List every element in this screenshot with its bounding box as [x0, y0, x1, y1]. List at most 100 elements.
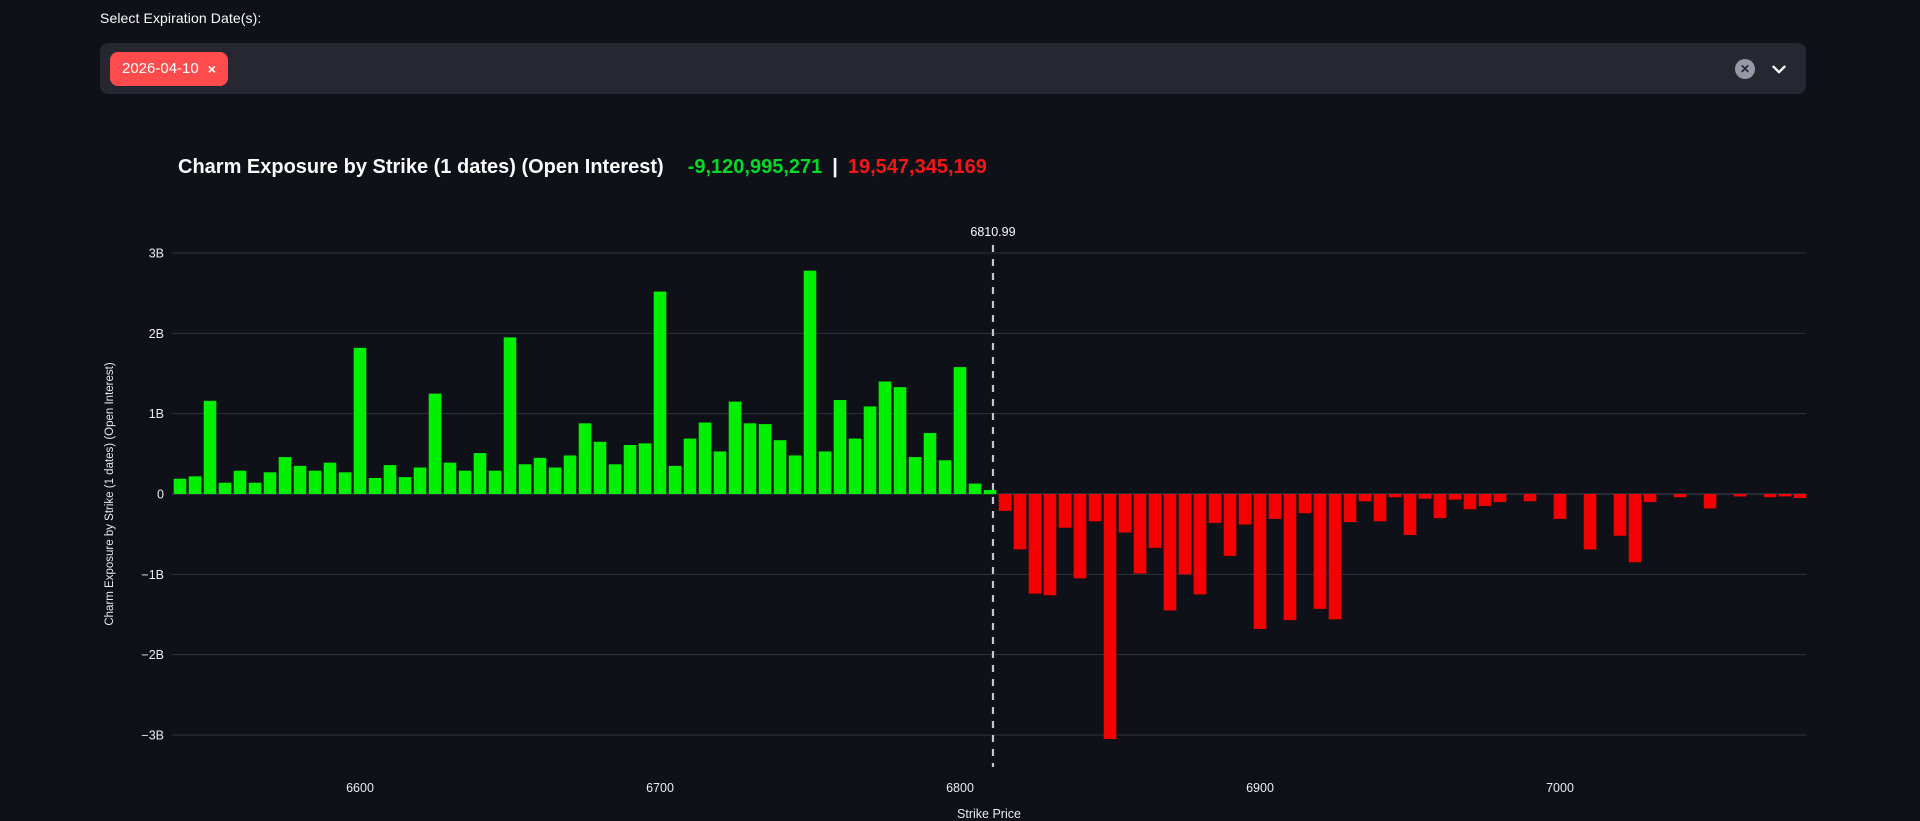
bar-6750[interactable]: [804, 271, 817, 494]
bar-6725[interactable]: [729, 402, 742, 494]
bar-6805[interactable]: [969, 484, 982, 494]
bar-6545[interactable]: [189, 476, 202, 494]
bar-6820[interactable]: [1014, 494, 1027, 549]
bar-6950[interactable]: [1404, 494, 1417, 535]
bar-6895[interactable]: [1239, 494, 1252, 525]
bar-7030[interactable]: [1644, 494, 1657, 502]
bar-6575[interactable]: [279, 457, 292, 494]
bar-6850[interactable]: [1104, 494, 1117, 739]
bar-6665[interactable]: [549, 467, 562, 494]
bar-7010[interactable]: [1584, 494, 1597, 549]
bar-6610[interactable]: [384, 465, 397, 494]
bar-6825[interactable]: [1029, 494, 1042, 594]
bar-6775[interactable]: [879, 382, 892, 494]
bar-6770[interactable]: [864, 406, 877, 494]
bar-6795[interactable]: [939, 460, 952, 494]
bar-6760[interactable]: [834, 400, 847, 494]
bar-6800[interactable]: [954, 367, 967, 494]
bar-6860[interactable]: [1134, 494, 1147, 574]
bar-6625[interactable]: [429, 394, 442, 494]
bar-6905[interactable]: [1269, 494, 1282, 519]
bar-6640[interactable]: [474, 453, 487, 494]
bar-6540[interactable]: [174, 479, 187, 494]
bar-6560[interactable]: [234, 471, 247, 494]
bar-6765[interactable]: [849, 439, 862, 494]
bar-6735[interactable]: [759, 424, 772, 494]
bar-6830[interactable]: [1044, 494, 1057, 595]
bar-6585[interactable]: [309, 471, 322, 494]
bar-6730[interactable]: [744, 423, 757, 494]
bar-6810[interactable]: [984, 490, 997, 494]
bar-6615[interactable]: [399, 477, 412, 494]
bar-6605[interactable]: [369, 478, 382, 494]
bar-6720[interactable]: [714, 451, 727, 494]
bar-6755[interactable]: [819, 451, 832, 494]
bar-7040[interactable]: [1674, 494, 1687, 497]
bar-6890[interactable]: [1224, 494, 1237, 556]
bar-6745[interactable]: [789, 455, 802, 494]
bar-6880[interactable]: [1194, 494, 1207, 594]
bar-6945[interactable]: [1389, 494, 1402, 497]
bar-6855[interactable]: [1119, 494, 1132, 533]
bar-6660[interactable]: [534, 458, 547, 494]
bar-6920[interactable]: [1314, 494, 1327, 609]
bar-6790[interactable]: [924, 433, 937, 494]
bar-7020[interactable]: [1614, 494, 1627, 536]
bar-6700[interactable]: [654, 292, 667, 494]
bar-6620[interactable]: [414, 467, 427, 494]
bar-6815[interactable]: [999, 494, 1012, 511]
bar-6645[interactable]: [489, 471, 502, 494]
bar-6630[interactable]: [444, 463, 457, 494]
bar-6690[interactable]: [624, 445, 637, 494]
bar-6930[interactable]: [1344, 494, 1357, 522]
bar-6675[interactable]: [579, 423, 592, 494]
charm-exposure-chart[interactable]: 3B2B1B0−1B−2B−3B660067006800690070006810…: [0, 0, 1920, 821]
bar-6990[interactable]: [1524, 494, 1537, 501]
bar-6710[interactable]: [684, 439, 697, 494]
bar-6555[interactable]: [219, 483, 232, 494]
bar-6865[interactable]: [1149, 494, 1162, 548]
bar-6840[interactable]: [1074, 494, 1087, 578]
bar-6595[interactable]: [339, 472, 352, 494]
bar-6875[interactable]: [1179, 494, 1192, 574]
bar-6975[interactable]: [1479, 494, 1492, 506]
bar-6925[interactable]: [1329, 494, 1342, 619]
bar-6910[interactable]: [1284, 494, 1297, 620]
bar-6550[interactable]: [204, 401, 217, 494]
bar-6955[interactable]: [1419, 494, 1432, 499]
bar-6680[interactable]: [594, 442, 607, 494]
bar-6835[interactable]: [1059, 494, 1072, 528]
bar-6940[interactable]: [1374, 494, 1387, 521]
bar-6885[interactable]: [1209, 494, 1222, 523]
bar-6980[interactable]: [1494, 494, 1507, 502]
bar-6785[interactable]: [909, 457, 922, 494]
bar-6650[interactable]: [504, 337, 517, 494]
bar-6845[interactable]: [1089, 494, 1102, 521]
bar-6740[interactable]: [774, 440, 787, 494]
bar-7080[interactable]: [1794, 494, 1807, 498]
bar-6580[interactable]: [294, 466, 307, 494]
bar-7050[interactable]: [1704, 494, 1717, 508]
bar-6965[interactable]: [1449, 494, 1462, 500]
bar-6570[interactable]: [264, 472, 277, 494]
bar-7070[interactable]: [1764, 494, 1777, 497]
bar-7060[interactable]: [1734, 494, 1747, 496]
bar-6565[interactable]: [249, 483, 262, 494]
bar-6870[interactable]: [1164, 494, 1177, 610]
bar-6670[interactable]: [564, 455, 577, 494]
bar-7025[interactable]: [1629, 494, 1642, 562]
bar-6960[interactable]: [1434, 494, 1447, 518]
bar-6780[interactable]: [894, 387, 907, 494]
bar-6685[interactable]: [609, 464, 622, 494]
bar-6655[interactable]: [519, 464, 532, 494]
bar-6935[interactable]: [1359, 494, 1372, 501]
bar-6705[interactable]: [669, 466, 682, 494]
bar-6900[interactable]: [1254, 494, 1267, 629]
bar-6915[interactable]: [1299, 494, 1312, 513]
bar-6970[interactable]: [1464, 494, 1477, 509]
bar-6600[interactable]: [354, 348, 367, 494]
bar-7000[interactable]: [1554, 494, 1567, 519]
bar-6590[interactable]: [324, 463, 337, 494]
bar-6695[interactable]: [639, 443, 652, 494]
bar-6635[interactable]: [459, 471, 472, 494]
